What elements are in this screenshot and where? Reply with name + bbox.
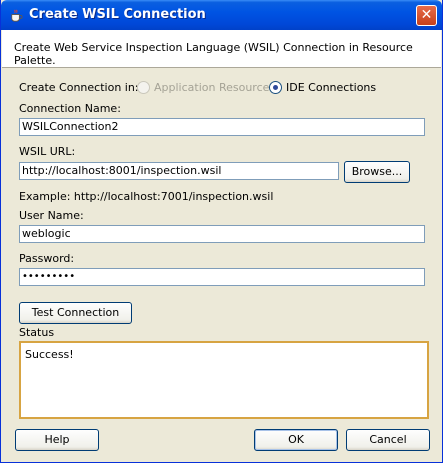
status-text: Success! [25,348,74,361]
help-button[interactable]: Help [15,429,99,451]
password-label: Password: [19,252,75,265]
ok-button[interactable]: OK [254,429,338,451]
radio-application-resources [137,81,150,94]
radio-application-resources-label: Application Resources [154,81,276,94]
connection-name-input[interactable]: WSILConnection2 [19,118,425,136]
header-description: Create Web Service Inspection Language (… [14,41,413,67]
dialog-window: Create WSIL Connection ✕ Create Web Serv… [0,0,443,463]
coffee-cup-icon [11,9,23,22]
wsil-url-label: WSIL URL: [19,145,76,158]
status-output[interactable]: Success! [19,341,429,419]
title-bar[interactable]: Create WSIL Connection ✕ [1,0,442,30]
create-in-label: Create Connection in: [19,81,139,94]
connection-name-label: Connection Name: [19,102,121,115]
header-panel: Create Web Service Inspection Language (… [2,30,441,68]
cancel-button[interactable]: Cancel [346,429,430,451]
user-name-input[interactable]: weblogic [19,225,425,243]
wsil-url-input[interactable]: http://localhost:8001/inspection.wsil [19,162,339,180]
test-connection-button[interactable]: Test Connection [19,302,132,324]
radio-ide-connections-label[interactable]: IDE Connections [286,81,376,94]
wsil-url-example: Example: http://localhost:7001/inspectio… [19,190,274,203]
close-icon: ✕ [420,7,433,23]
password-input[interactable]: ••••••••• [19,268,425,286]
browse-button[interactable]: Browse... [344,161,410,183]
user-name-label: User Name: [19,209,84,222]
status-label: Status [19,326,55,339]
window-title: Create WSIL Connection [29,7,206,22]
radio-ide-connections[interactable] [269,81,282,94]
close-button[interactable]: ✕ [416,5,437,26]
